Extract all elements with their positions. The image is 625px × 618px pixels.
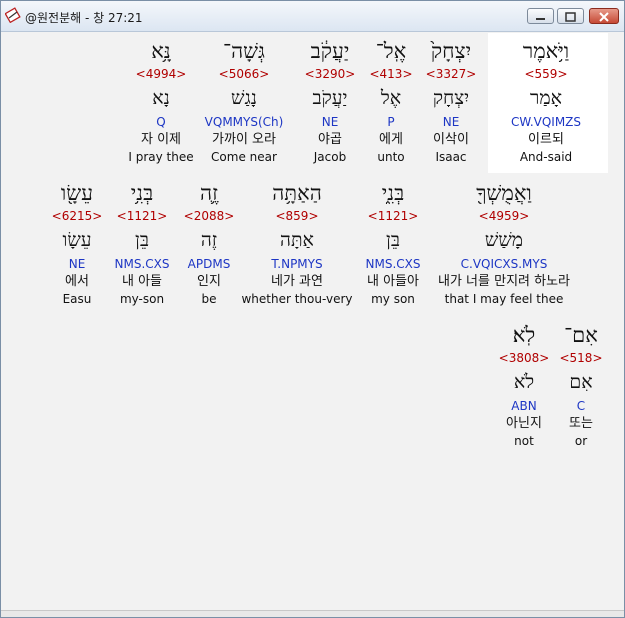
hebrew-word: נָּ֥א [151,39,171,63]
english-gloss: that I may feel thee [444,292,564,306]
minimize-icon [536,18,545,20]
strong-number[interactable]: <3808> [469,351,579,365]
lexical-form: נָא [152,87,170,109]
korean-gloss: 자 이제 [140,132,181,147]
korean-gloss: 아닌지 [506,416,542,431]
korean-gloss: 에서 [65,274,89,289]
interlinear-panel: וַיֹּ֥אמֶר <559> אָמַר CW.VQIMZS 이르되 And… [6,33,619,611]
close-button[interactable] [589,8,619,24]
parsing-code: ABN [511,399,537,413]
english-gloss: Easu [62,292,92,306]
strong-number[interactable]: <4994> [106,67,216,81]
lexical-form: עֵשָׂו [62,229,92,251]
minimize-button[interactable] [527,8,554,24]
parsing-code: NMS.CXS [365,257,421,271]
lexical-form: לֹא [513,371,535,393]
english-gloss: not [514,434,534,448]
strong-number[interactable]: <6215> [22,209,132,223]
bible-app-icon [5,7,21,23]
korean-gloss: 내가 너를 만지려 하노라 [438,274,570,289]
title-bar[interactable]: @원전분해 - 창 27:21 [1,1,624,32]
hebrew-word: לֹֽא׃ [512,323,536,347]
status-bar [1,610,624,617]
strong-number[interactable]: <559> [491,67,601,81]
parsing-code: Q [156,115,166,129]
hebrew-word: וַיֹּ֥אמֶר [522,39,570,63]
lexical-form: אָמַר [530,87,562,109]
maximize-icon [565,12,576,22]
parsing-code: NE [68,257,86,271]
english-gloss: I pray thee [128,150,194,164]
strong-number[interactable]: <4959> [424,209,584,223]
korean-gloss: 이르되 [528,132,564,147]
hebrew-word: עֵשָׂ֖ו [60,181,94,205]
strong-number[interactable]: <1121> [338,209,448,223]
lexical-form: בֵּן [386,229,400,251]
close-icon [599,12,609,22]
hebrew-word: בְּנִ֑י [381,181,405,205]
app-window: @원전분해 - 창 27:21 וַיֹּ֥אמֶר <559> אָמַר C… [0,0,625,618]
korean-gloss: 내 아들아 [367,274,419,289]
hebrew-word: וַאֲמֻשְׁךָ֖ [476,181,532,205]
window-title: @원전분해 - 창 27:21 [25,11,143,25]
maximize-button[interactable] [557,8,584,24]
english-gloss: my son [371,292,415,306]
english-gloss: And-said [519,150,573,164]
lexical-form: מָשַׁשׁ [484,229,524,251]
parsing-code: CW.VQIMZS [510,115,582,129]
parsing-code: C.VQICXS.MYS [460,257,548,271]
